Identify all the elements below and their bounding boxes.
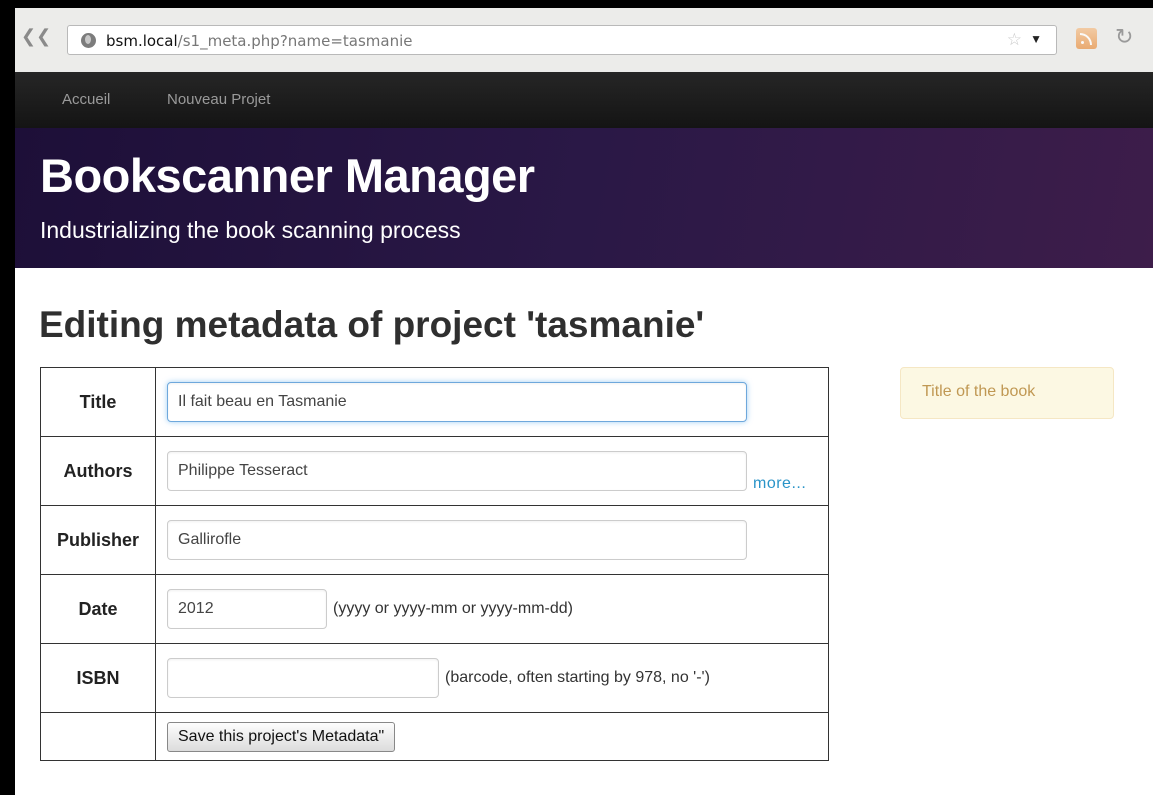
rss-icon[interactable]	[1076, 28, 1097, 49]
top-navbar: Accueil Nouveau Projet	[15, 72, 1153, 128]
star-icon[interactable]: ☆	[1007, 30, 1022, 50]
back-arrow-icon[interactable]: ❮❮	[21, 22, 51, 50]
globe-icon	[81, 33, 96, 48]
url-text: bsm.local/s1_meta.php?name=tasmanie	[106, 32, 412, 50]
form-row-authors: Authors more...	[40, 436, 829, 506]
hero-banner: Bookscanner Manager Industrializing the …	[15, 128, 1153, 268]
site-subtitle: Industrializing the book scanning proces…	[40, 217, 461, 243]
actions-cell: Save this project's Metadata"	[155, 712, 829, 761]
more-authors-link[interactable]: more...	[753, 475, 806, 493]
help-tooltip: Title of the book	[900, 367, 1114, 419]
form-row-isbn: ISBN (barcode, often starting by 978, no…	[40, 643, 829, 713]
site-title: Bookscanner Manager	[40, 149, 535, 202]
publisher-label: Publisher	[40, 505, 156, 575]
form-row-publisher: Publisher	[40, 505, 829, 575]
url-path: /s1_meta.php?name=tasmanie	[177, 32, 413, 50]
chevron-down-icon[interactable]: ▼	[1030, 32, 1042, 46]
isbn-cell: (barcode, often starting by 978, no '-')	[155, 643, 829, 713]
title-label: Title	[40, 367, 156, 437]
nav-link-accueil[interactable]: Accueil	[62, 91, 110, 108]
date-label: Date	[40, 574, 156, 644]
form-row-title: Title	[40, 367, 829, 437]
publisher-cell	[155, 505, 829, 575]
form-row-actions: Save this project's Metadata"	[40, 712, 829, 761]
isbn-label: ISBN	[40, 643, 156, 713]
isbn-input[interactable]	[167, 658, 439, 698]
title-input[interactable]	[167, 382, 747, 422]
browser-toolbar: ❮❮ bsm.local/s1_meta.php?name=tasmanie ☆…	[15, 8, 1153, 72]
date-hint: (yyyy or yyyy-mm or yyyy-mm-dd)	[333, 600, 573, 617]
publisher-input[interactable]	[167, 520, 747, 560]
address-bar[interactable]: bsm.local/s1_meta.php?name=tasmanie ☆ ▼	[67, 25, 1057, 55]
empty-label-cell	[40, 712, 156, 761]
save-button[interactable]: Save this project's Metadata"	[167, 721, 396, 752]
isbn-hint: (barcode, often starting by 978, no '-')	[445, 669, 710, 686]
date-input[interactable]	[167, 589, 327, 629]
form-row-date: Date (yyyy or yyyy-mm or yyyy-mm-dd)	[40, 574, 829, 644]
reload-icon[interactable]: ↻	[1115, 24, 1133, 50]
nav-link-nouveau-projet[interactable]: Nouveau Projet	[167, 91, 270, 108]
date-cell: (yyyy or yyyy-mm or yyyy-mm-dd)	[155, 574, 829, 644]
title-cell	[155, 367, 829, 437]
page: Accueil Nouveau Projet Bookscanner Manag…	[15, 72, 1153, 795]
authors-input[interactable]	[167, 451, 747, 491]
url-host: bsm.local	[106, 32, 178, 50]
authors-cell: more...	[155, 436, 829, 506]
page-title: Editing metadata of project 'tasmanie'	[39, 304, 705, 345]
metadata-form: Title Authors more... Publisher Date (yy…	[40, 367, 829, 761]
authors-label: Authors	[40, 436, 156, 506]
